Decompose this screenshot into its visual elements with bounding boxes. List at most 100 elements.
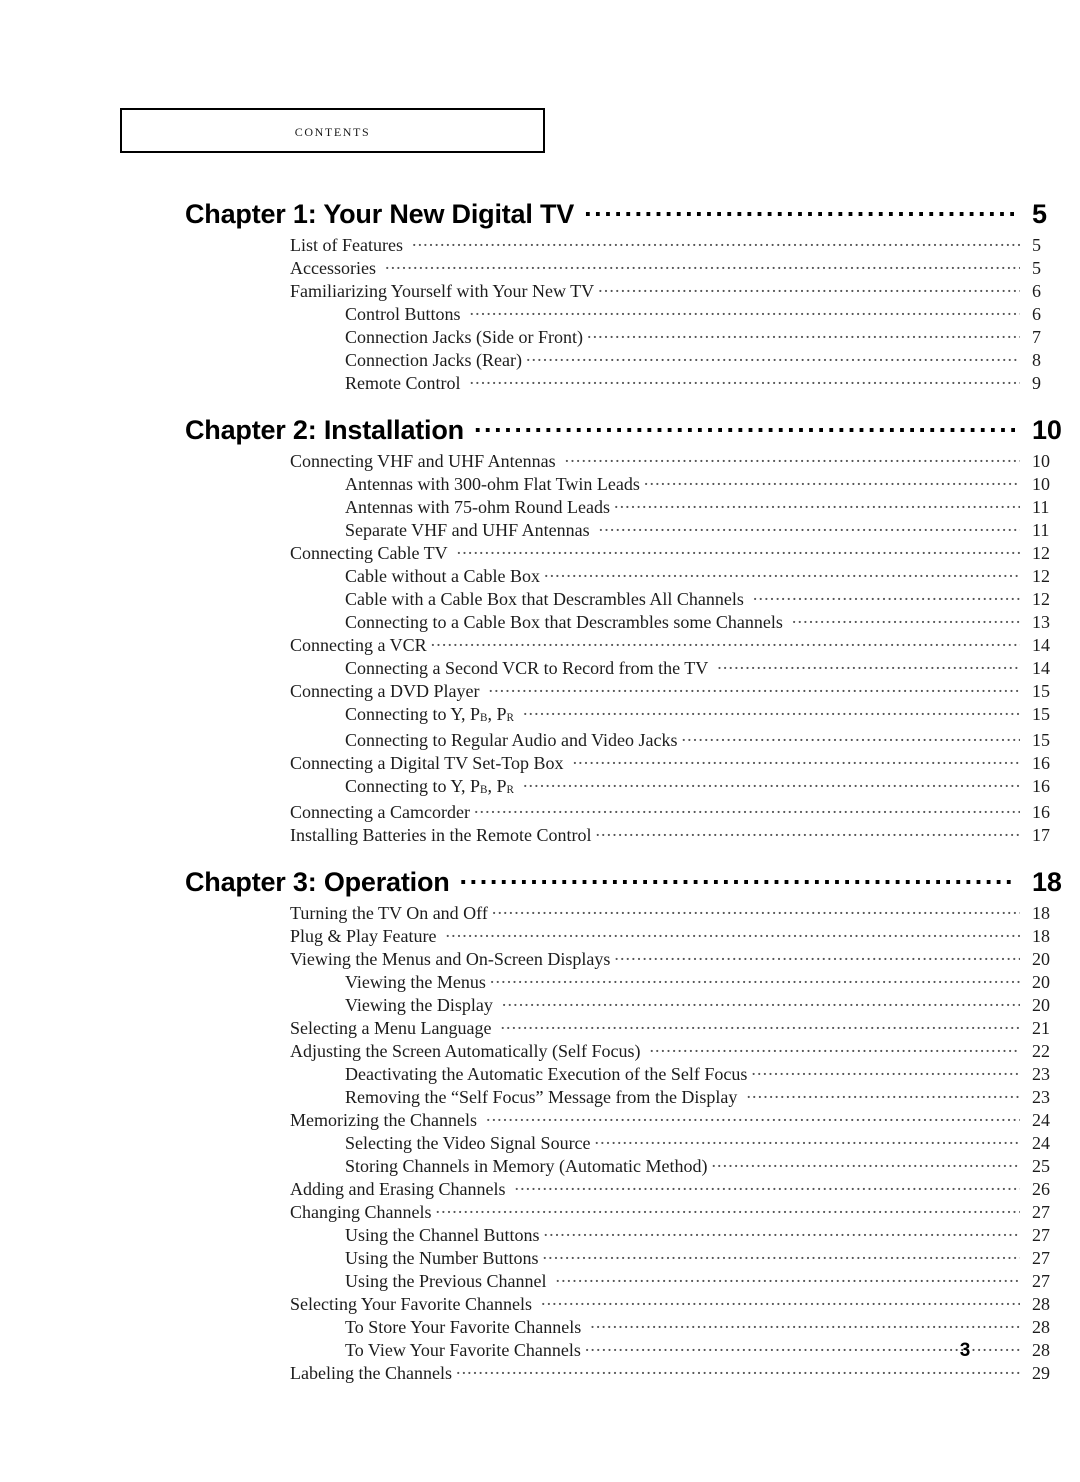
toc-entry-row[interactable]: Antennas with 75-ohm Round Leads 11 bbox=[0, 495, 1080, 518]
dot-leader bbox=[746, 1085, 1020, 1103]
toc-entry-page-number: 26 bbox=[1032, 1179, 1050, 1199]
toc-entry-page-number: 22 bbox=[1032, 1041, 1050, 1061]
toc-entry-row[interactable]: To View Your Favorite Channels 28 bbox=[0, 1338, 1080, 1361]
dot-leader bbox=[555, 1269, 1020, 1287]
toc-entry-row[interactable]: Connecting to a Cable Box that Descrambl… bbox=[0, 610, 1080, 633]
toc-entry-row[interactable]: Familiarizing Yourself with Your New TV 6 bbox=[0, 279, 1080, 302]
toc-entry-page-number: 16 bbox=[1032, 776, 1050, 796]
toc-entry-row[interactable]: Connecting VHF and UHF Antennas 10 bbox=[0, 449, 1080, 472]
dot-leader bbox=[544, 1223, 1021, 1241]
dot-leader bbox=[474, 800, 1020, 818]
toc-entry-row[interactable]: Accessories 5 bbox=[0, 256, 1080, 279]
dot-leader bbox=[486, 1108, 1020, 1126]
toc-entry-title: Separate VHF and UHF Antennas bbox=[345, 520, 590, 540]
toc-entry-title: Connecting a Second VCR to Record from t… bbox=[345, 658, 709, 678]
toc-entry-page-number: 5 bbox=[1032, 258, 1041, 278]
toc-chapter-row[interactable]: Chapter 2: Installation 10 bbox=[0, 412, 1080, 446]
toc-chapter-page-number: 18 bbox=[1032, 867, 1062, 897]
dot-leader bbox=[446, 924, 1021, 942]
toc-entry-page-number: 16 bbox=[1032, 753, 1050, 773]
dot-leader bbox=[717, 656, 1020, 674]
dot-leader bbox=[598, 279, 1020, 297]
toc-entry-row[interactable]: Using the Previous Channel 27 bbox=[0, 1269, 1080, 1292]
toc-entry-row[interactable]: Connecting to Y, PB, PR 16 bbox=[0, 774, 1080, 800]
toc-entry-row[interactable]: List of Features 5 bbox=[0, 233, 1080, 256]
toc-entry-page-number: 9 bbox=[1032, 373, 1041, 393]
toc-entry-row[interactable]: Using the Number Buttons 27 bbox=[0, 1246, 1080, 1269]
toc-entry-row[interactable]: Labeling the Channels 29 bbox=[0, 1361, 1080, 1384]
toc-entry-row[interactable]: Viewing the Display 20 bbox=[0, 993, 1080, 1016]
toc-entry-page-number: 20 bbox=[1032, 972, 1050, 992]
toc-entry-row[interactable]: Separate VHF and UHF Antennas 11 bbox=[0, 518, 1080, 541]
toc-entry-row[interactable]: Adding and Erasing Channels 26 bbox=[0, 1177, 1080, 1200]
toc-entry-title: Selecting a Menu Language bbox=[290, 1018, 492, 1038]
toc-entry-row[interactable]: Selecting a Menu Language 21 bbox=[0, 1016, 1080, 1039]
dot-leader bbox=[751, 1062, 1020, 1080]
dot-leader bbox=[595, 823, 1020, 841]
toc-entry-row[interactable]: Adjusting the Screen Automatically (Self… bbox=[0, 1039, 1080, 1062]
toc-entry-row[interactable]: Removing the “Self Focus” Message from t… bbox=[0, 1085, 1080, 1108]
toc-entry-title: Turning the TV On and Off bbox=[290, 903, 488, 923]
dot-leader bbox=[599, 518, 1020, 536]
toc-entry-page-number: 15 bbox=[1032, 681, 1050, 701]
dot-leader bbox=[470, 371, 1021, 389]
toc-entry-row[interactable]: Connecting a Second VCR to Record from t… bbox=[0, 656, 1080, 679]
dot-leader bbox=[456, 1361, 1020, 1379]
toc-entry-row[interactable]: Installing Batteries in the Remote Contr… bbox=[0, 823, 1080, 846]
toc-chapter-row[interactable]: Chapter 1: Your New Digital TV 5 bbox=[0, 196, 1080, 230]
toc-entry-page-number: 17 bbox=[1032, 825, 1050, 845]
dot-leader bbox=[488, 679, 1020, 697]
dot-leader bbox=[565, 449, 1020, 467]
toc-entry-title: Deactivating the Automatic Execution of … bbox=[345, 1064, 748, 1084]
toc-entry-page-number: 29 bbox=[1032, 1363, 1050, 1383]
toc-entry-row[interactable]: Connection Jacks (Side or Front) 7 bbox=[0, 325, 1080, 348]
toc-entry-row[interactable]: To Store Your Favorite Channels 28 bbox=[0, 1315, 1080, 1338]
toc-entry-page-number: 21 bbox=[1032, 1018, 1050, 1038]
toc-entry-row[interactable]: Plug & Play Feature 18 bbox=[0, 924, 1080, 947]
dot-leader bbox=[792, 610, 1020, 628]
toc-entry-page-number: 25 bbox=[1032, 1156, 1050, 1176]
toc-chapter-row[interactable]: Chapter 3: Operation 18 bbox=[0, 864, 1080, 898]
dot-leader bbox=[682, 728, 1020, 746]
toc-entry-row[interactable]: Cable without a Cable Box 12 bbox=[0, 564, 1080, 587]
toc-entry-row[interactable]: Connecting to Y, PB, PR 15 bbox=[0, 702, 1080, 728]
toc-entry-row[interactable]: Storing Channels in Memory (Automatic Me… bbox=[0, 1154, 1080, 1177]
toc-entry-page-number: 28 bbox=[1032, 1317, 1050, 1337]
toc-entry-row[interactable]: Changing Channels 27 bbox=[0, 1200, 1080, 1223]
toc-entry-title: Connection Jacks (Side or Front) bbox=[345, 327, 583, 347]
toc-entry-row[interactable]: Connecting a Camcorder 16 bbox=[0, 800, 1080, 823]
toc-entry-row[interactable]: Connecting Cable TV 12 bbox=[0, 541, 1080, 564]
dot-leader bbox=[544, 564, 1020, 582]
dot-leader bbox=[460, 864, 1016, 891]
toc-entry-title: Using the Previous Channel bbox=[345, 1271, 547, 1291]
toc-entry-row[interactable]: Viewing the Menus 20 bbox=[0, 970, 1080, 993]
toc-entry-row[interactable]: Using the Channel Buttons 27 bbox=[0, 1223, 1080, 1246]
toc-chapter-title: Chapter 1: Your New Digital TV bbox=[185, 199, 575, 229]
toc-entry-row[interactable]: Remote Control 9 bbox=[0, 371, 1080, 394]
toc-entry-row[interactable]: Selecting Your Favorite Channels 28 bbox=[0, 1292, 1080, 1315]
toc-entry-title: Connecting to a Cable Box that Descrambl… bbox=[345, 612, 783, 632]
toc-entry-row[interactable]: Control Buttons 6 bbox=[0, 302, 1080, 325]
toc-entry-title: Selecting the Video Signal Source bbox=[345, 1133, 591, 1153]
dot-leader bbox=[523, 774, 1020, 792]
dot-leader bbox=[431, 633, 1020, 651]
toc-entry-row[interactable]: Connecting a VCR 14 bbox=[0, 633, 1080, 656]
toc-entry-page-number: 14 bbox=[1032, 635, 1050, 655]
toc-entry-row[interactable]: Turning the TV On and Off 18 bbox=[0, 901, 1080, 924]
toc-entry-row[interactable]: Deactivating the Automatic Execution of … bbox=[0, 1062, 1080, 1085]
toc-entry-row[interactable]: Cable with a Cable Box that Descrambles … bbox=[0, 587, 1080, 610]
toc-entry-page-number: 16 bbox=[1032, 802, 1050, 822]
toc-entry-row[interactable]: Viewing the Menus and On-Screen Displays… bbox=[0, 947, 1080, 970]
toc-entry-page-number: 18 bbox=[1032, 903, 1050, 923]
toc-entry-title: Removing the “Self Focus” Message from t… bbox=[345, 1087, 738, 1107]
toc-entry-page-number: 8 bbox=[1032, 350, 1041, 370]
toc-entry-row[interactable]: Selecting the Video Signal Source 24 bbox=[0, 1131, 1080, 1154]
toc-entry-row[interactable]: Connecting to Regular Audio and Video Ja… bbox=[0, 728, 1080, 751]
toc-entry-row[interactable]: Antennas with 300-ohm Flat Twin Leads 10 bbox=[0, 472, 1080, 495]
toc-entry-row[interactable]: Connecting a Digital TV Set-Top Box 16 bbox=[0, 751, 1080, 774]
toc-entry-title: Changing Channels bbox=[290, 1202, 432, 1222]
toc-entry-row[interactable]: Connection Jacks (Rear) 8 bbox=[0, 348, 1080, 371]
toc-entry-row[interactable]: Connecting a DVD Player 15 bbox=[0, 679, 1080, 702]
toc-entry-row[interactable]: Memorizing the Channels 24 bbox=[0, 1108, 1080, 1131]
toc-entry-page-number: 23 bbox=[1032, 1087, 1050, 1107]
